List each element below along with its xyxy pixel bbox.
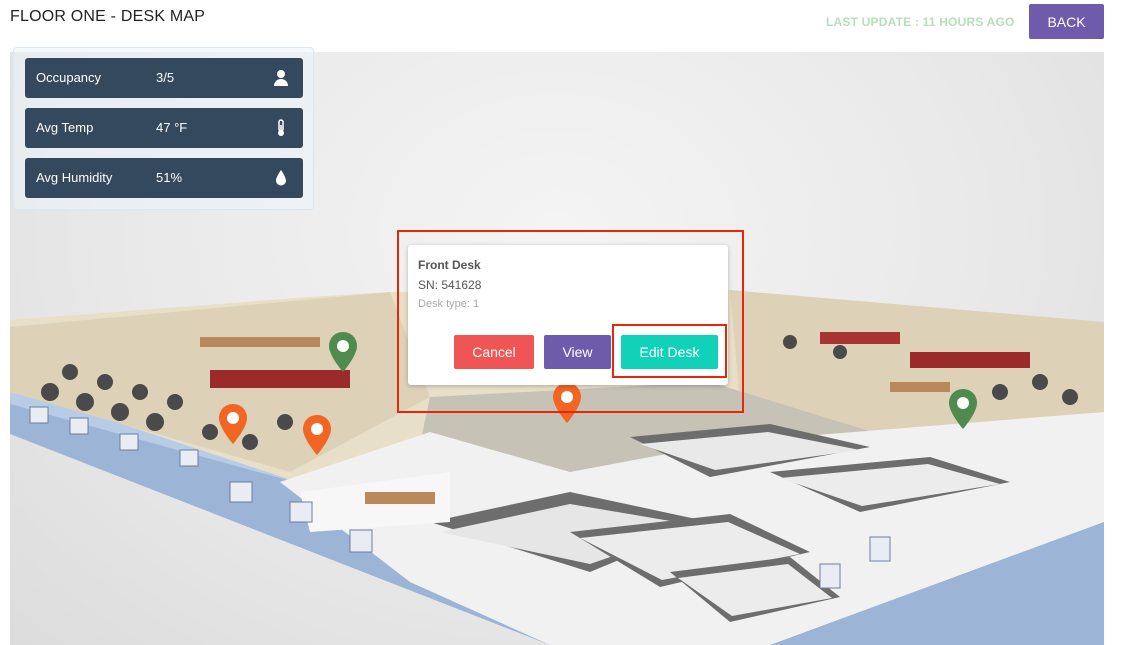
- desk-serial: SN: 541628: [418, 278, 482, 292]
- stat-label: Occupancy: [36, 70, 102, 85]
- droplet-icon: [273, 169, 289, 187]
- cancel-button[interactable]: Cancel: [454, 335, 534, 369]
- desk-marker[interactable]: [301, 414, 333, 456]
- stat-label: Avg Temp: [36, 120, 94, 135]
- last-update-text: LAST UPDATE : 11 HOURS AGO: [826, 15, 1015, 29]
- desk-popup: Front Desk SN: 541628 Desk type: 1 Cance…: [408, 245, 728, 385]
- thermometer-icon: [273, 119, 289, 137]
- desk-marker[interactable]: [217, 403, 249, 445]
- view-button[interactable]: View: [544, 335, 611, 369]
- stat-value: 3/5: [156, 70, 175, 85]
- desk-marker-selected[interactable]: [551, 382, 583, 424]
- stat-card-avg-temp: Avg Temp 47 °F: [25, 108, 303, 148]
- desk-name: Front Desk: [418, 258, 481, 272]
- stat-value: 51%: [156, 170, 183, 185]
- desk-marker[interactable]: [947, 388, 979, 430]
- desk-marker[interactable]: [327, 331, 359, 373]
- stat-card-occupancy: Occupancy 3/5: [25, 58, 303, 98]
- edit-desk-button[interactable]: Edit Desk: [621, 335, 718, 369]
- back-button[interactable]: BACK: [1029, 4, 1104, 39]
- stat-label: Avg Humidity: [36, 170, 113, 185]
- person-icon: [273, 69, 289, 87]
- stat-value: 47 °F: [156, 120, 188, 135]
- stats-panel: Occupancy 3/5 Avg Temp 47 °F Avg Humidit…: [13, 47, 314, 210]
- stat-card-avg-humidity: Avg Humidity 51%: [25, 158, 303, 198]
- desk-type: Desk type: 1: [418, 298, 480, 310]
- page-title: FLOOR ONE - DESK MAP: [10, 8, 206, 25]
